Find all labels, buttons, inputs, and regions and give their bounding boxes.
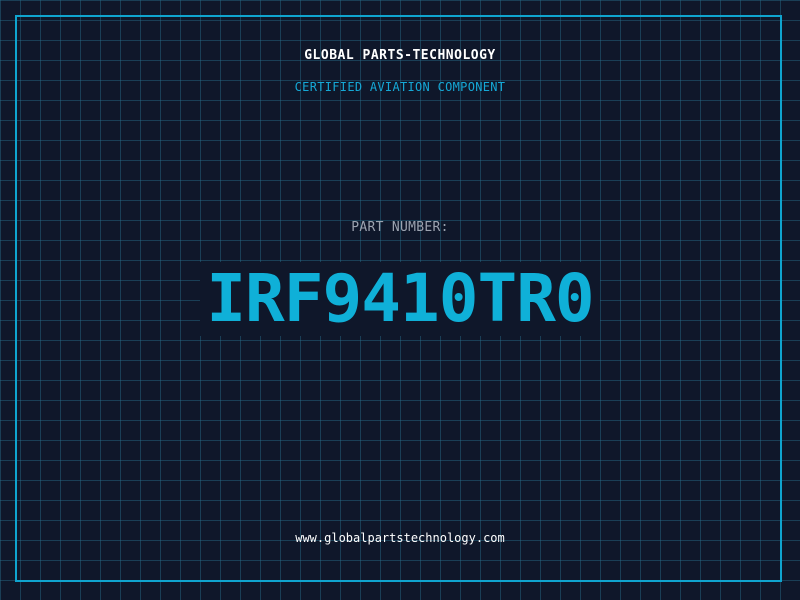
website-link[interactable]: www.globalpartstechnology.com — [0, 531, 800, 545]
tagline: CERTIFIED AVIATION COMPONENT — [294, 80, 506, 94]
part-number-value: IRF9410TR0 — [200, 262, 600, 336]
certificate-page: GLOBAL PARTS-TECHNOLOGY CERTIFIED AVIATI… — [0, 0, 800, 600]
company-name: GLOBAL PARTS-TECHNOLOGY — [304, 48, 496, 63]
part-number-label: PART NUMBER: — [351, 220, 449, 235]
part-number-container: IRF9410TR0 — [0, 262, 800, 336]
